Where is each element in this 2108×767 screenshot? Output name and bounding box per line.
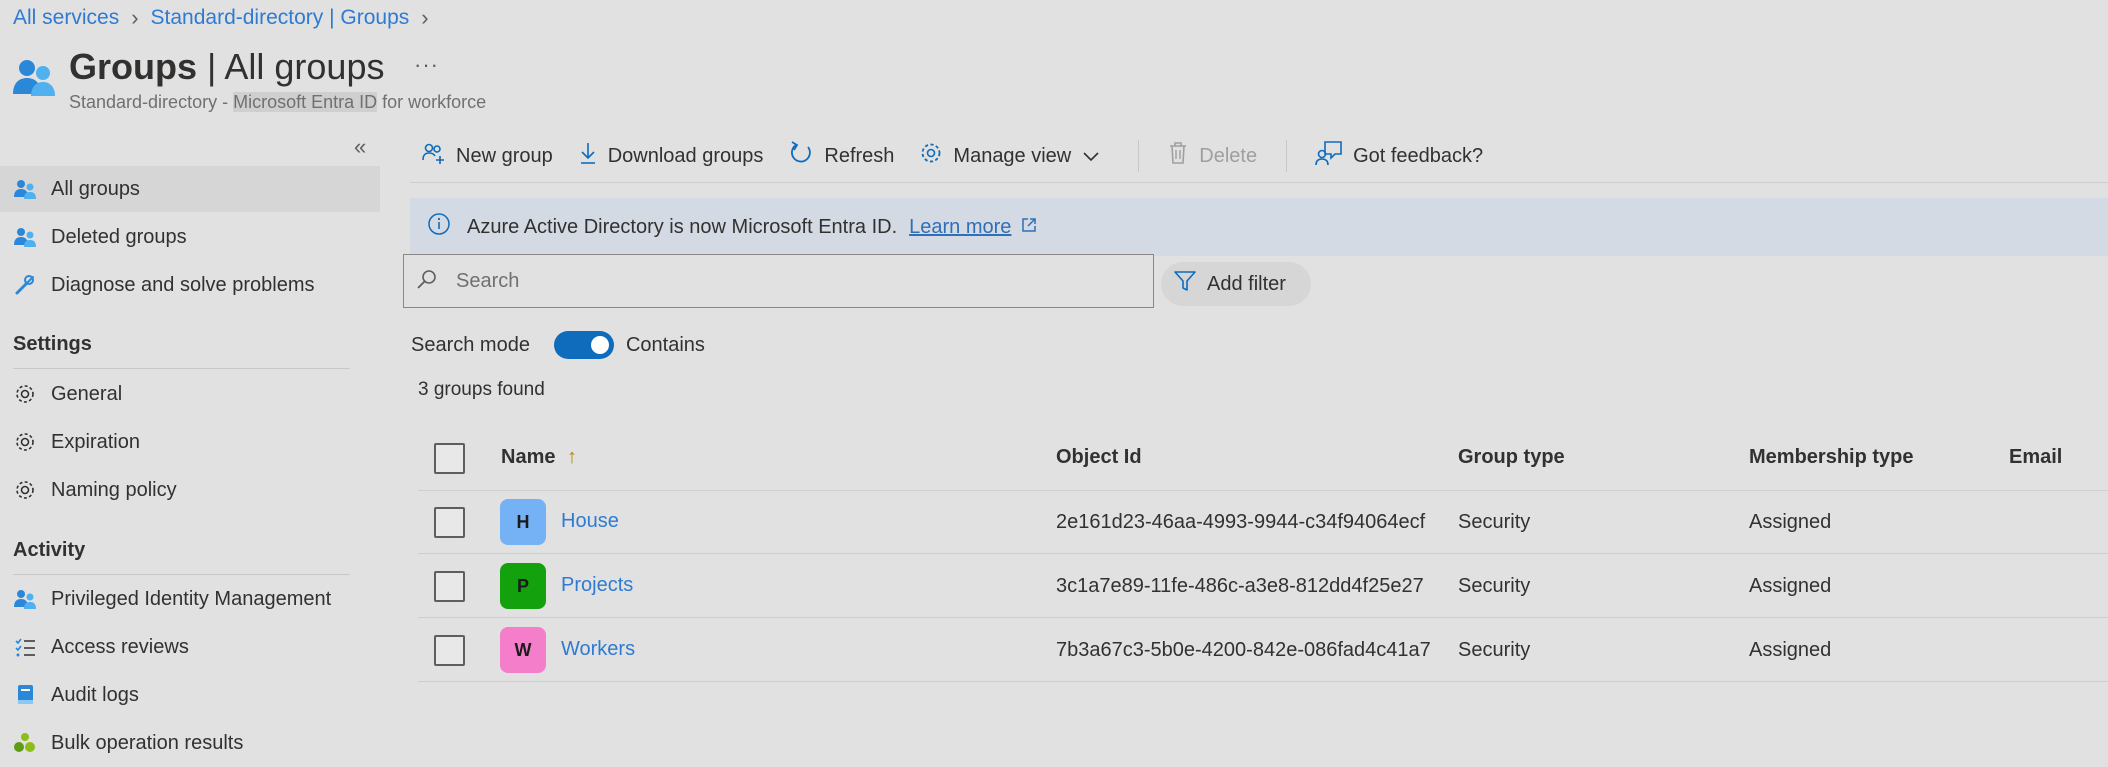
page-subtitle: Standard-directory - Microsoft Entra ID … — [69, 92, 487, 112]
download-icon — [578, 141, 608, 171]
group-avatar: P — [500, 563, 546, 609]
sidebar-item-expiration[interactable]: Expiration — [0, 419, 380, 465]
bulk-icon — [13, 731, 37, 755]
checklist-icon — [13, 635, 37, 659]
group-type-cell: Security — [1458, 639, 1531, 661]
divider — [418, 553, 2108, 554]
divider — [418, 490, 2108, 491]
search-mode-toggle[interactable] — [553, 331, 614, 359]
row-checkbox[interactable] — [434, 507, 465, 538]
sidebar-item-pim[interactable]: Privileged Identity Management — [0, 576, 380, 622]
sidebar-item-naming-policy[interactable]: Naming policy — [0, 467, 380, 513]
group-avatar: H — [500, 499, 546, 545]
groups-icon — [13, 225, 37, 249]
feedback-icon — [1315, 140, 1353, 172]
object-id-cell: 7b3a67c3-5b0e-4200-842e-086fad4c41a7 — [1056, 639, 1431, 661]
more-options-button[interactable]: ··· — [414, 52, 439, 78]
column-header-object-id[interactable]: Object Id — [1056, 446, 1142, 469]
refresh-icon — [788, 140, 824, 172]
add-filter-button[interactable]: Add filter — [1161, 262, 1311, 306]
sidebar-item-access-reviews[interactable]: Access reviews — [0, 624, 380, 670]
row-checkbox[interactable] — [434, 571, 465, 602]
row-checkbox[interactable] — [434, 635, 465, 666]
search-box — [403, 254, 1154, 308]
group-type-cell: Security — [1458, 511, 1531, 533]
column-header-membership-type[interactable]: Membership type — [1749, 446, 1913, 469]
wrench-icon — [13, 273, 37, 297]
sidebar-item-deleted-groups[interactable]: Deleted groups — [0, 214, 380, 260]
column-header-name[interactable]: Name ↑ — [501, 446, 577, 469]
membership-type-cell: Assigned — [1749, 575, 1832, 597]
refresh-button[interactable]: Refresh — [788, 140, 894, 172]
new-group-icon — [420, 141, 456, 171]
chevron-right-icon: › — [421, 5, 429, 30]
gear-icon — [919, 141, 953, 171]
divider — [13, 368, 350, 369]
search-mode: Search mode Contains — [411, 331, 705, 359]
chevron-down-icon — [1083, 145, 1109, 168]
learn-more-link[interactable]: Learn more — [909, 216, 1011, 239]
divider — [13, 574, 350, 575]
group-name-link[interactable]: Workers — [561, 638, 635, 661]
group-type-cell: Security — [1458, 575, 1531, 597]
command-bar: New group Download groups Refresh Manage… — [420, 138, 1508, 174]
results-count: 3 groups found — [418, 379, 545, 400]
gear-icon — [13, 430, 37, 454]
sort-ascending-icon: ↑ — [567, 446, 578, 468]
search-mode-value: Contains — [625, 333, 705, 356]
gear-icon — [13, 382, 37, 406]
group-name-link[interactable]: House — [561, 510, 619, 533]
select-all-checkbox[interactable] — [434, 443, 465, 474]
new-group-button[interactable]: New group — [420, 141, 553, 171]
toolbar-divider — [1138, 140, 1140, 172]
breadcrumb-all-services[interactable]: All services — [13, 6, 119, 30]
manage-view-button[interactable]: Manage view — [919, 141, 1109, 171]
group-name-link[interactable]: Projects — [561, 574, 633, 597]
settings-section-title: Settings — [13, 333, 92, 355]
sidebar-item-all-groups[interactable]: All groups — [0, 166, 380, 212]
breadcrumb: All services › Standard-directory | Grou… — [13, 5, 441, 31]
chevron-right-icon: › — [131, 5, 139, 30]
feedback-button[interactable]: Got feedback? — [1315, 140, 1483, 172]
external-link-icon — [1021, 216, 1037, 239]
banner-text: Azure Active Directory is now Microsoft … — [467, 215, 898, 238]
membership-type-cell: Assigned — [1749, 639, 1832, 661]
membership-type-cell: Assigned — [1749, 511, 1832, 533]
search-input[interactable] — [456, 269, 1106, 293]
collapse-sidebar-button[interactable]: « — [354, 134, 366, 160]
pim-icon — [13, 587, 37, 611]
search-icon — [416, 268, 438, 295]
page-title: Groups | All groups — [69, 46, 385, 87]
groups-icon — [13, 177, 37, 201]
object-id-cell: 2e161d23-46aa-4993-9944-c34f94064ecf — [1056, 511, 1426, 533]
info-icon — [427, 212, 451, 242]
divider — [418, 681, 2108, 682]
column-header-email[interactable]: Email — [2009, 446, 2062, 469]
search-mode-label: Search mode — [411, 333, 530, 356]
sidebar-item-general[interactable]: General — [0, 371, 380, 417]
activity-section-title: Activity — [13, 539, 86, 561]
info-banner: Azure Active Directory is now Microsoft … — [410, 198, 2108, 256]
trash-icon — [1167, 141, 1199, 171]
book-icon — [13, 683, 37, 707]
sidebar-item-bulk-results[interactable]: Bulk operation results — [0, 720, 380, 766]
column-header-group-type[interactable]: Group type — [1458, 446, 1565, 469]
sidebar-item-diagnose[interactable]: Diagnose and solve problems — [0, 262, 380, 308]
group-avatar: W — [500, 627, 546, 673]
sidebar-item-audit-logs[interactable]: Audit logs — [0, 672, 380, 718]
download-groups-button[interactable]: Download groups — [578, 141, 763, 171]
groups-icon — [12, 56, 56, 100]
filter-icon — [1173, 270, 1207, 298]
gear-icon — [13, 478, 37, 502]
divider — [418, 617, 2108, 618]
delete-button[interactable]: Delete — [1167, 141, 1257, 171]
object-id-cell: 3c1a7e89-11fe-486c-a3e8-812dd4f25e27 — [1056, 575, 1424, 597]
breadcrumb-directory-groups[interactable]: Standard-directory | Groups — [151, 6, 410, 30]
divider — [410, 182, 2108, 183]
toolbar-divider — [1286, 140, 1288, 172]
